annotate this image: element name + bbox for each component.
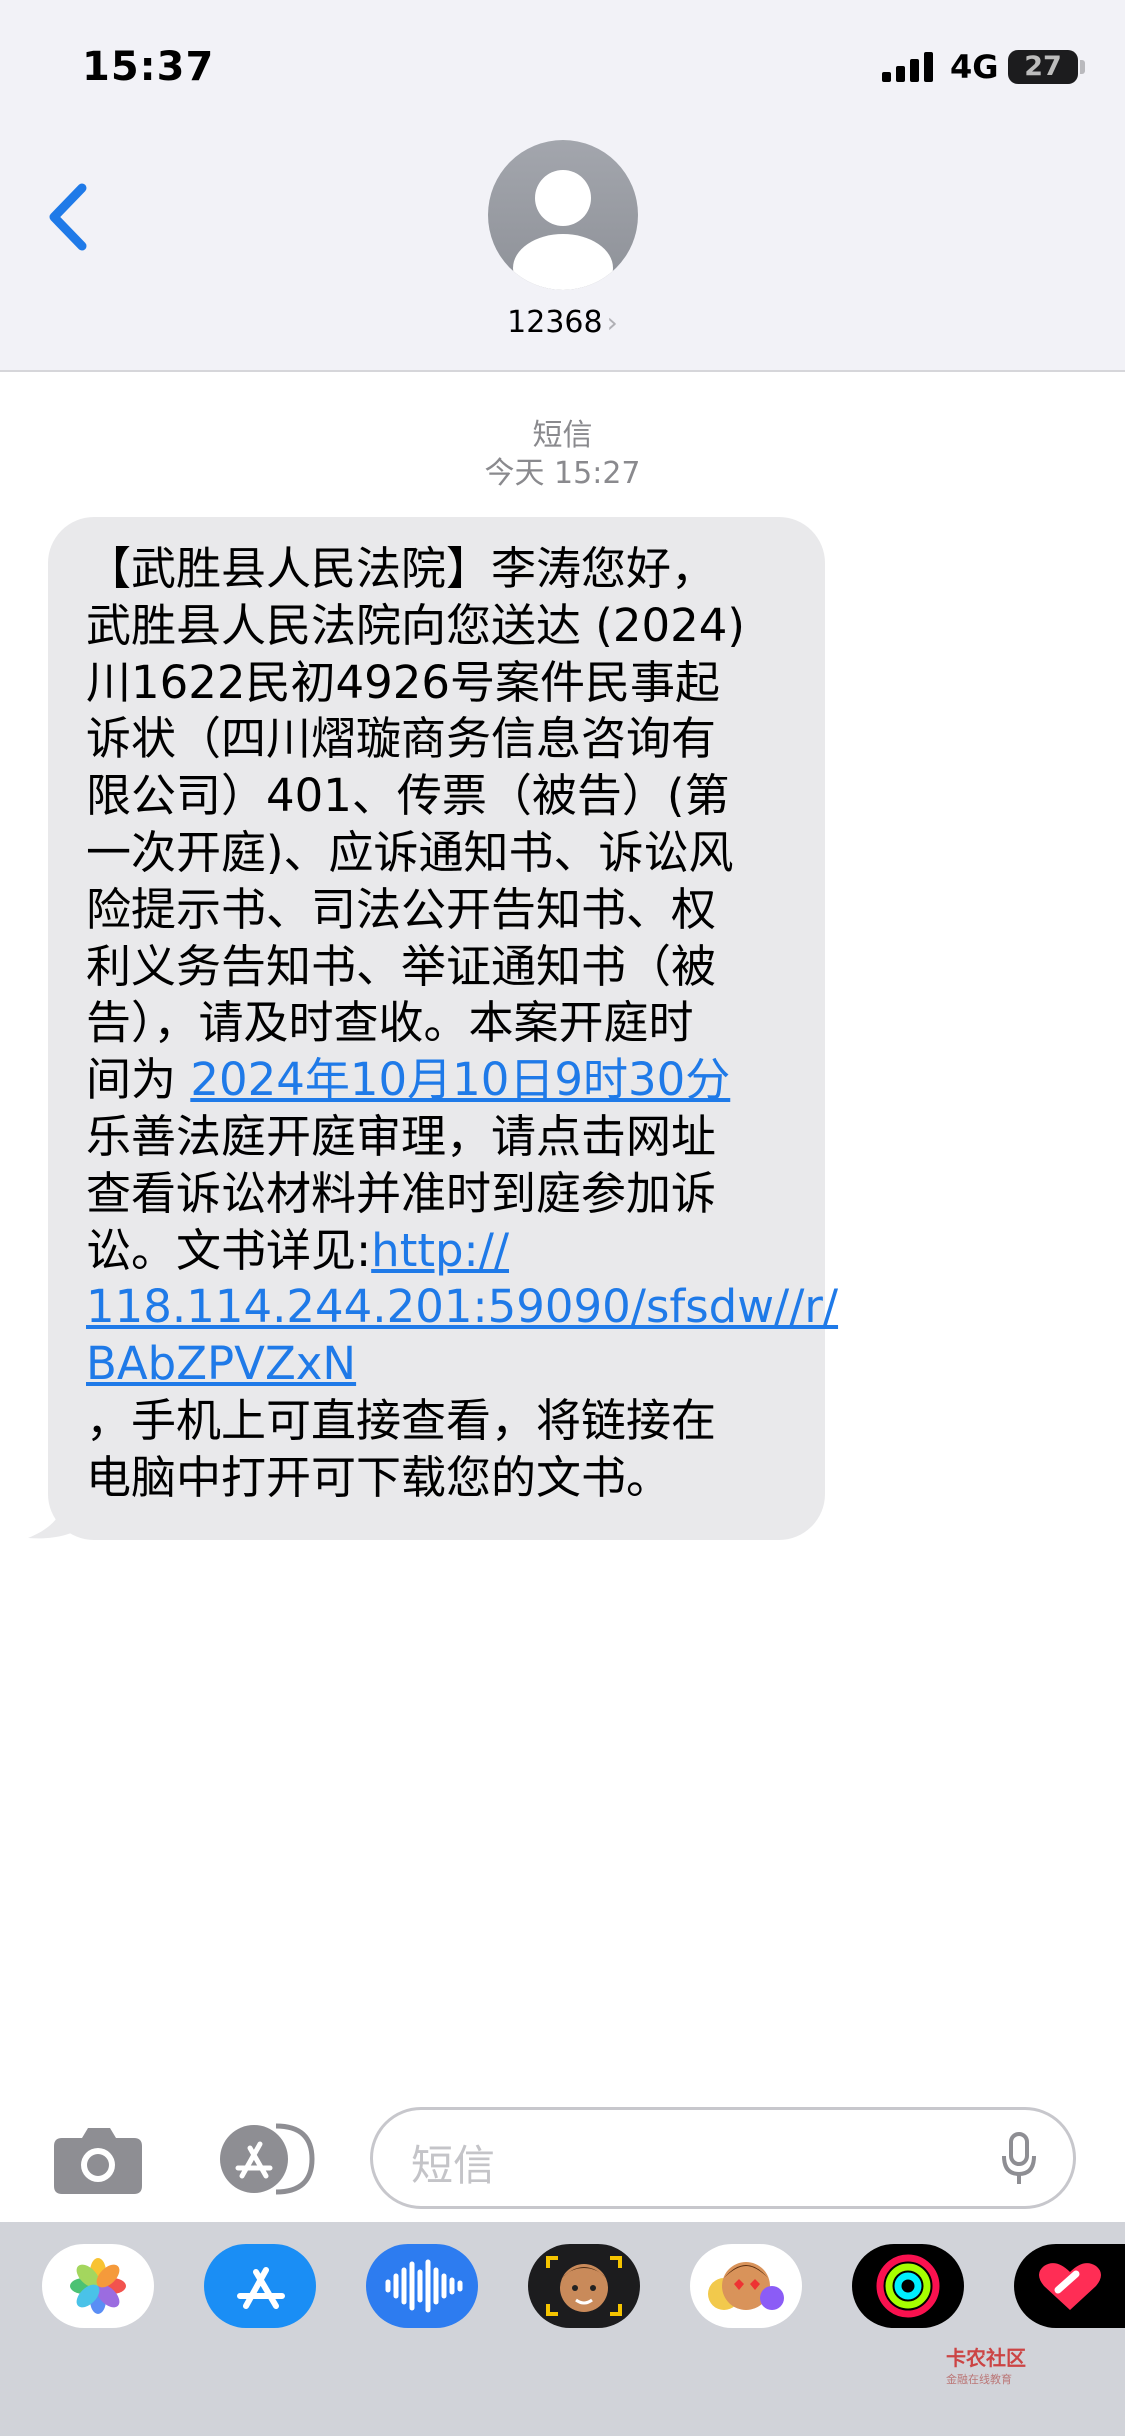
message-line: 限公司）401、传票（被告）(第	[86, 769, 730, 823]
message-line: 电脑中打开可下载您的文书。	[86, 1450, 672, 1504]
message-line: BAbZPVZxN	[86, 1336, 793, 1393]
message-line: 讼。文书详见:http://	[86, 1223, 793, 1280]
watermark-subtitle: 金融在线教育	[946, 2373, 1012, 2386]
url-link[interactable]: 118.114.244.201:59090/sfsdw//r/	[86, 1280, 838, 1333]
battery-icon: 27	[1008, 50, 1078, 84]
message-line: ，手机上可直接查看，将链接在	[86, 1393, 717, 1447]
memoji-icon[interactable]	[528, 2244, 640, 2328]
contact-name: 12368	[507, 305, 603, 340]
thread-timestamp: 今天 15:27	[484, 456, 641, 491]
message-text: 讼。文书详见:	[86, 1223, 372, 1277]
app-store-icon[interactable]	[204, 2244, 316, 2328]
chevron-left-icon[interactable]	[44, 180, 94, 254]
message-line: 武胜县人民法院向您送达 (2024)	[86, 598, 745, 652]
digital-touch-icon[interactable]	[1014, 2244, 1125, 2328]
activity-icon[interactable]	[852, 2244, 964, 2328]
app-store-button-icon[interactable]	[206, 2122, 320, 2196]
microphone-icon[interactable]	[1001, 2132, 1037, 2186]
contact-name-button[interactable]: 12368 ›	[0, 305, 1125, 340]
message-line: 诉状（四川熠璇商务信息咨询有	[86, 712, 717, 766]
watermark-logo: 卡农社区 金融在线教育	[946, 2342, 1026, 2387]
status-time: 15:37	[82, 44, 215, 90]
url-link[interactable]: BAbZPVZxN	[86, 1337, 356, 1390]
message-line: 118.114.244.201:59090/sfsdw//r/	[86, 1279, 838, 1336]
watermark-title: 卡农社区	[946, 2346, 1026, 2370]
message-input-placeholder: 短信	[411, 2141, 496, 2190]
audio-message-icon[interactable]	[366, 2244, 478, 2328]
camera-icon[interactable]	[52, 2122, 144, 2196]
date-link[interactable]: 2024年10月10日9时30分	[190, 1053, 730, 1106]
message-line: 利义务告知书、举证通知书（被	[86, 939, 717, 993]
photos-icon[interactable]	[42, 2244, 154, 2328]
chevron-right-icon: ›	[606, 306, 618, 339]
person-icon	[513, 170, 613, 290]
avatar[interactable]	[488, 140, 638, 290]
cellular-signal-icon	[882, 52, 933, 82]
app-drawer	[0, 2222, 1125, 2436]
animoji-icon[interactable]	[690, 2244, 802, 2328]
message-text: 间为	[86, 1053, 191, 1107]
message-line: 险提示书、司法公开告知书、权	[86, 882, 717, 936]
battery-nub	[1080, 60, 1085, 74]
message-line: 川1622民初4926号案件民事起	[86, 655, 721, 709]
message-line: 间为 2024年10月10日9时30分	[86, 1052, 793, 1109]
message-line: 乐善法庭开庭审理，请点击网址	[86, 1109, 717, 1163]
message-bubble[interactable]: 【武胜县人民法院】李涛您好， 武胜县人民法院向您送达 (2024) 川1622民…	[48, 517, 838, 1540]
message-line: 告），请及时查收。本案开庭时	[86, 996, 694, 1050]
url-link[interactable]: http://	[371, 1224, 509, 1277]
conversation-header: 15:37 4G 27 12368 ›	[0, 0, 1125, 372]
message-line: 【武胜县人民法院】李涛您好，	[86, 542, 717, 595]
network-type: 4G	[950, 48, 999, 86]
message-input[interactable]: 短信	[370, 2107, 1076, 2209]
message-line: 查看诉讼材料并准时到庭参加诉	[86, 1166, 717, 1220]
message-line: 一次开庭)、应诉通知书、诉讼风	[86, 825, 734, 879]
